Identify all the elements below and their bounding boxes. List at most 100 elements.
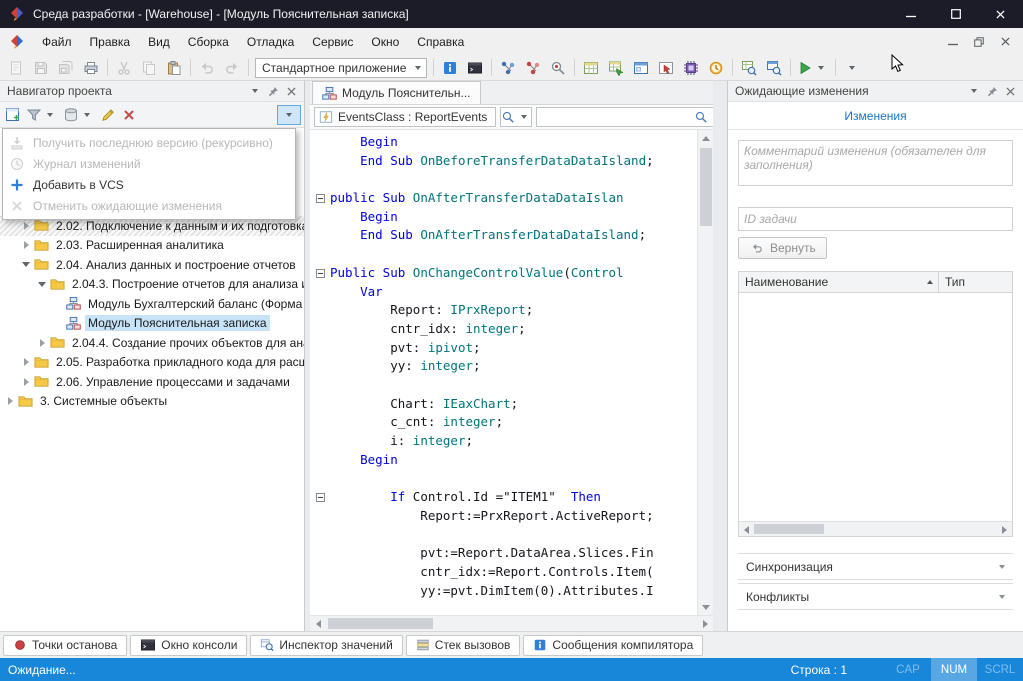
panel-menu-button[interactable] [965,83,983,99]
menu-item[interactable]: Окно [362,30,408,54]
menu-item[interactable]: Правка [81,30,140,54]
scroll-right-icon[interactable] [997,522,1012,537]
view-table-button[interactable] [737,57,761,79]
breakpoints-button[interactable] [521,57,545,79]
copy-button[interactable] [137,57,161,79]
changes-tab[interactable]: Изменения [844,109,906,123]
menu-item[interactable]: Отладка [238,30,303,54]
view-form-button[interactable] [762,57,786,79]
edit-button[interactable] [98,105,118,125]
print-button[interactable] [79,57,103,79]
save-button[interactable] [29,57,53,79]
new-form-button[interactable] [3,105,23,125]
collapsible-section[interactable]: Синхронизация [738,553,1013,580]
tree-item[interactable]: 2.05. Разработка прикладного кода для ра… [0,353,304,373]
code-area[interactable]: Begin End Sub OnBeforeTransferDataDataIs… [310,130,697,615]
tree-item[interactable]: 2.04.3. Построение отчетов для анализа и… [0,275,304,295]
delete-button[interactable] [119,105,139,125]
fold-collapse-icon[interactable] [316,269,325,278]
component-button[interactable] [679,57,703,79]
navigator-dropdown-button[interactable] [277,105,301,125]
scroll-left-icon[interactable] [310,616,326,632]
mdi-restore-button[interactable] [969,33,989,51]
tree-item[interactable]: 2.03. Расширенная аналитика [0,236,304,256]
popup-menu-item[interactable]: Добавить в VCS [3,174,295,195]
bottom-tab[interactable]: Окно консоли [130,635,247,656]
menu-item[interactable]: Вид [139,30,179,54]
tree-expander-icon[interactable] [20,239,32,251]
filter-button[interactable] [24,105,60,125]
revert-button[interactable]: Вернуть [738,237,827,259]
change-comment-input[interactable] [738,140,1013,186]
events-class-combobox[interactable]: EventsClass : ReportEvents [314,107,496,127]
table-button[interactable] [579,57,603,79]
column-header-name[interactable]: Наименование [739,272,939,292]
tree-item[interactable]: 2.04.4. Создание прочих объектов для ана… [0,333,304,353]
value-inspector-button[interactable] [546,57,570,79]
fold-collapse-icon[interactable] [316,194,325,203]
toolbar-overflow-button[interactable] [840,57,864,79]
new-object-button[interactable] [4,57,28,79]
grid-horizontal-scrollbar[interactable] [739,521,1012,536]
member-search-button[interactable] [500,107,532,127]
run-button[interactable] [795,57,831,79]
collapsible-section[interactable]: Конфликты [738,583,1013,610]
window-minimize-button[interactable] [888,0,933,28]
tree-item[interactable]: 3. Системные объекты [0,392,304,412]
task-id-input[interactable] [738,207,1013,231]
mdi-minimize-button[interactable] [943,33,963,51]
tree-item[interactable]: 2.06. Управление процессами и задачами [0,372,304,392]
tree-expander-icon[interactable] [4,395,16,407]
dependencies-button[interactable] [496,57,520,79]
paste-button[interactable] [162,57,186,79]
info-button[interactable] [438,57,462,79]
tree-expander-icon[interactable] [36,278,48,290]
mdi-close-button[interactable] [995,33,1015,51]
menu-item[interactable]: Сервис [303,30,362,54]
bottom-tab[interactable]: Стек вызовов [406,635,521,656]
application-combobox[interactable]: Стандартное приложение [255,58,427,78]
editor-tab[interactable]: Модуль Пояснительн... [312,81,481,104]
splitter[interactable] [713,81,727,631]
tree-expander-icon[interactable] [20,220,32,232]
window-close-button[interactable] [978,0,1023,28]
form-button[interactable] [629,57,653,79]
tree-item[interactable]: Модуль Бухгалтерский баланс (Форма 1) [0,294,304,314]
panel-pin-button[interactable] [983,83,1001,99]
redo-button[interactable] [220,57,244,79]
menu-item[interactable]: Справка [408,30,473,54]
editor-vertical-scrollbar[interactable] [697,130,713,615]
save-all-button[interactable] [54,57,78,79]
cut-button[interactable] [112,57,136,79]
bottom-tab[interactable]: Точки останова [3,635,127,656]
tree-expander-icon[interactable] [20,259,32,271]
scroll-down-icon[interactable] [698,599,714,615]
undo-button[interactable] [195,57,219,79]
bottom-tab[interactable]: Инспектор значений [250,635,402,656]
column-header-type[interactable]: Тип [939,275,1012,289]
panel-menu-button[interactable] [246,83,264,99]
horizontal-scroll-thumb[interactable] [328,618,433,629]
vertical-scroll-thumb[interactable] [700,148,712,226]
tree-expander-icon[interactable] [20,376,32,388]
bottom-tab[interactable]: Сообщения компилятора [523,635,703,656]
editor-search-input[interactable] [539,110,694,124]
form-designer-button[interactable] [654,57,678,79]
tree-expander-icon[interactable] [20,356,32,368]
menu-item[interactable]: Файл [33,30,81,54]
tree-item[interactable]: Модуль Пояснительная записка [0,314,304,334]
panel-close-button[interactable] [282,83,300,99]
grid-body[interactable] [739,293,1012,521]
scroll-right-icon[interactable] [697,616,713,632]
table-export-button[interactable] [604,57,628,79]
editor-horizontal-scrollbar[interactable] [310,615,713,631]
window-maximize-button[interactable] [933,0,978,28]
fold-collapse-icon[interactable] [316,493,325,502]
scroll-left-icon[interactable] [739,522,754,537]
horizontal-scroll-thumb[interactable] [754,524,824,534]
scheduler-button[interactable] [704,57,728,79]
menu-item[interactable]: Сборка [179,30,238,54]
scroll-up-icon[interactable] [698,130,714,146]
vcs-button[interactable] [61,105,97,125]
panel-close-button[interactable] [1001,83,1019,99]
